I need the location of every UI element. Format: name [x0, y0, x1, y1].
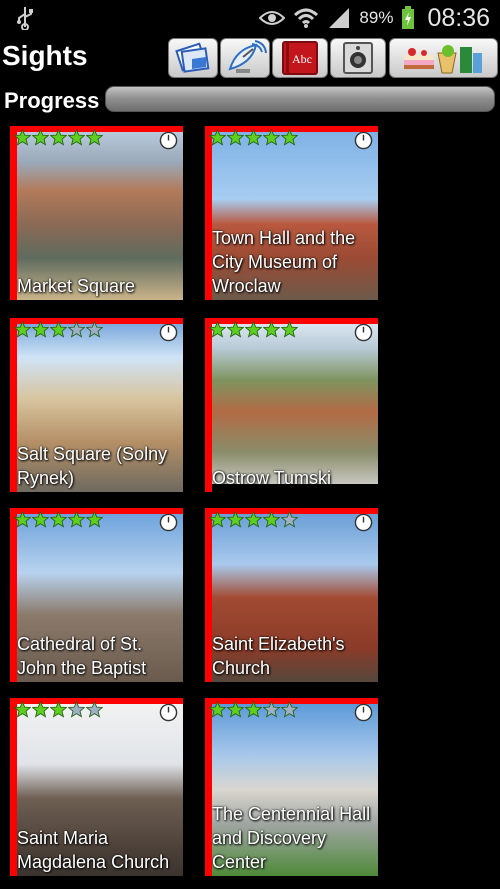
rating-stars [13, 128, 104, 151]
star-filled-icon [31, 510, 50, 533]
battery-percent: 89% [359, 8, 394, 27]
usb-icon [17, 7, 33, 30]
star-filled-icon [208, 128, 227, 151]
dictionary-button[interactable]: Abc [272, 38, 328, 78]
progress-bar [105, 86, 495, 112]
star-filled-icon [49, 700, 68, 723]
star-filled-icon [208, 320, 227, 343]
star-filled-icon [244, 510, 263, 533]
star-empty-icon [67, 320, 86, 343]
star-filled-icon [262, 128, 281, 151]
star-empty-icon [85, 700, 104, 723]
clock-icon [354, 131, 373, 155]
food-drink-icon [403, 45, 482, 74]
sight-name: Cathedral of St. John the Baptist [17, 634, 147, 678]
sight-card[interactable]: The Centennial Hall and Discovery Center [205, 698, 378, 876]
sight-card[interactable]: Market Square [10, 126, 183, 300]
star-filled-icon [226, 128, 245, 151]
sight-card[interactable]: Saint Elizabeth's Church [205, 508, 378, 682]
sight-photo [212, 324, 378, 484]
sight-card[interactable]: Town Hall and the City Museum of Wroclaw [205, 126, 378, 300]
sight-name: Saint Maria Magdalena Church [17, 828, 170, 872]
sight-name: Saint Elizabeth's Church [212, 634, 345, 678]
sight-name: The Centennial Hall and Discovery Center [212, 804, 371, 872]
page-title: Sights [2, 40, 88, 71]
clock-icon [354, 513, 373, 537]
star-empty-icon [67, 700, 86, 723]
star-filled-icon [13, 320, 32, 343]
star-empty-icon [280, 510, 299, 533]
progress-label: Progress [4, 88, 100, 113]
star-filled-icon [67, 510, 86, 533]
star-filled-icon [31, 320, 50, 343]
star-filled-icon [13, 128, 32, 151]
battery-icon [402, 6, 415, 29]
svg-text:Abc: Abc [292, 52, 312, 66]
sight-card[interactable]: Salt Square (Solny Rynek) [10, 318, 183, 492]
rating-stars [208, 510, 299, 533]
star-filled-icon [49, 320, 68, 343]
clock-icon [159, 513, 178, 537]
satellite-dish-icon [228, 40, 267, 73]
bookmarks-button[interactable] [168, 38, 218, 78]
star-filled-icon [244, 320, 263, 343]
rating-stars [13, 510, 104, 533]
signal-icon [329, 8, 350, 28]
star-filled-icon [262, 510, 281, 533]
speaker-button[interactable] [330, 38, 386, 78]
star-empty-icon [280, 700, 299, 723]
star-filled-icon [226, 320, 245, 343]
sight-name: Town Hall and the City Museum of Wroclaw [212, 228, 356, 296]
rating-stars [208, 700, 299, 723]
star-filled-icon [49, 128, 68, 151]
rating-stars [13, 320, 104, 343]
clock-icon [159, 131, 178, 155]
clock-icon [354, 323, 373, 347]
star-filled-icon [280, 128, 299, 151]
rating-stars [208, 128, 299, 151]
star-filled-icon [13, 700, 32, 723]
star-filled-icon [85, 510, 104, 533]
sight-name: Salt Square (Solny Rynek) [17, 444, 168, 488]
star-filled-icon [67, 128, 86, 151]
star-filled-icon [244, 128, 263, 151]
rating-stars [13, 700, 104, 723]
star-empty-icon [262, 700, 281, 723]
rating-stars [208, 320, 299, 343]
dictionary-icon: Abc [282, 41, 318, 75]
star-filled-icon [226, 700, 245, 723]
clock: 08:36 [427, 3, 490, 32]
star-empty-icon [85, 320, 104, 343]
star-filled-icon [85, 128, 104, 151]
speaker-icon [343, 42, 373, 74]
clock-icon [159, 323, 178, 347]
bookmarks-icon [175, 42, 210, 73]
star-filled-icon [13, 510, 32, 533]
star-filled-icon [244, 700, 263, 723]
sight-card[interactable]: Saint Maria Magdalena Church [10, 698, 183, 876]
sight-card[interactable]: Cathedral of St. John the Baptist [10, 508, 183, 682]
food-drink-button[interactable] [389, 38, 498, 78]
clock-icon [354, 703, 373, 727]
sight-name: Market Square [17, 276, 136, 296]
star-filled-icon [280, 320, 299, 343]
star-filled-icon [31, 128, 50, 151]
star-filled-icon [208, 700, 227, 723]
dish-button[interactable] [220, 38, 270, 78]
wifi-icon [294, 8, 319, 28]
star-filled-icon [31, 700, 50, 723]
star-filled-icon [262, 320, 281, 343]
eye-icon [259, 11, 286, 25]
star-filled-icon [208, 510, 227, 533]
sight-card[interactable]: Ostrow Tumski [205, 318, 378, 492]
sight-name: Ostrow Tumski [212, 468, 332, 488]
star-filled-icon [226, 510, 245, 533]
status-bar: 89% 08:36 [0, 0, 500, 36]
clock-icon [159, 703, 178, 727]
star-filled-icon [49, 510, 68, 533]
